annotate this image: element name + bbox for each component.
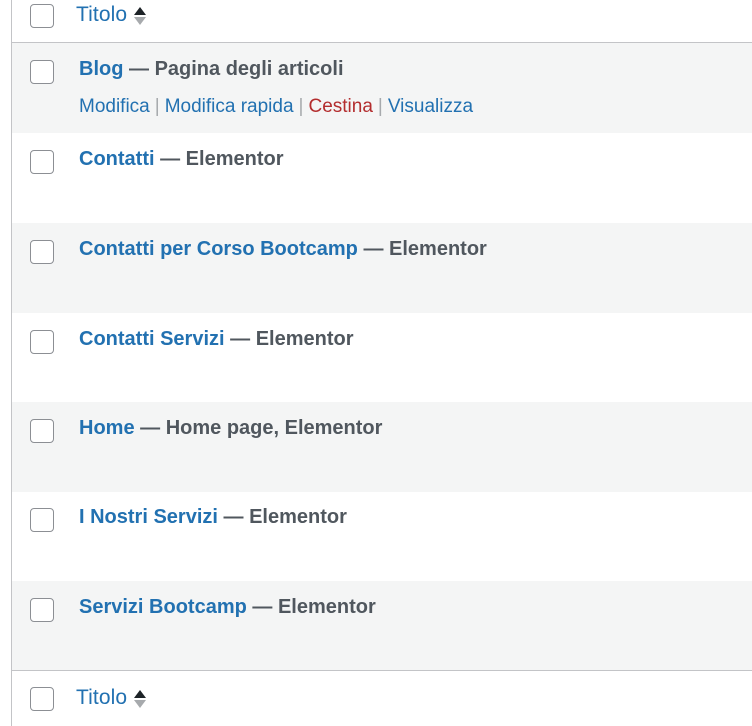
post-state: Elementor <box>249 506 347 528</box>
post-state-separator: — <box>140 417 166 439</box>
table-row: Contatti — Elementor <box>12 133 752 223</box>
table-row: Home — Home page, Elementor <box>12 402 752 492</box>
table-footer: Titolo <box>12 670 752 726</box>
post-state: Elementor <box>389 238 487 260</box>
select-all-checkbox-bottom[interactable] <box>30 687 54 711</box>
row-title: I Nostri Servizi — Elementor <box>79 506 347 529</box>
table-row: Contatti Servizi — Elementor <box>12 313 752 403</box>
row-title: Contatti — Elementor <box>79 148 283 171</box>
row-checkbox[interactable] <box>30 508 54 532</box>
row-checkbox[interactable] <box>30 330 54 354</box>
page-title-link[interactable]: Contatti per Corso Bootcamp <box>79 238 358 260</box>
page-title-link[interactable]: Blog <box>79 58 123 80</box>
row-checkbox[interactable] <box>30 60 54 84</box>
page-title-link[interactable]: I Nostri Servizi <box>79 506 218 528</box>
row-title: Blog — Pagina degli articoli <box>79 58 344 81</box>
post-state-separator: — <box>363 238 390 260</box>
edit-link[interactable]: Modifica <box>79 96 150 117</box>
row-actions: Modifica | Modifica rapida | Cestina | Visuali… <box>79 96 473 118</box>
title-column-sort[interactable]: Titolo <box>76 3 147 27</box>
page-title-link[interactable]: Servizi Bootcamp <box>79 596 247 618</box>
select-all-checkbox-top[interactable] <box>30 4 54 28</box>
post-state-separator: — <box>252 596 278 618</box>
action-divider: | <box>298 96 304 117</box>
action-divider: | <box>154 96 160 117</box>
row-checkbox[interactable] <box>30 150 54 174</box>
table-header: Titolo <box>12 0 752 43</box>
post-state-separator: — <box>230 328 256 350</box>
post-state-separator: — <box>160 148 186 170</box>
table-row: I Nostri Servizi — Elementor <box>12 491 752 581</box>
row-checkbox[interactable] <box>30 240 54 264</box>
page-title-link[interactable]: Contatti Servizi <box>79 328 225 350</box>
sort-icon[interactable] <box>134 689 147 708</box>
post-state: Elementor <box>277 596 376 618</box>
title-column-label[interactable]: Titolo <box>76 3 127 27</box>
post-state-separator: — <box>129 58 155 80</box>
row-title: Home — Home page, Elementor <box>79 417 382 440</box>
post-state: Elementor <box>185 148 284 170</box>
post-state-separator: — <box>223 506 250 528</box>
pages-list-table: Titolo Blog — Pagina degli articoli Modi… <box>0 0 752 726</box>
table-row: Blog — Pagina degli articoli Modifica | Mo… <box>12 43 752 133</box>
trash-link[interactable]: Cestina <box>308 96 372 117</box>
row-checkbox[interactable] <box>30 598 54 622</box>
post-state: Pagina degli articoli <box>154 58 344 80</box>
row-title: Contatti per Corso Bootcamp — Elementor <box>79 238 487 261</box>
post-state: Elementor <box>255 328 354 350</box>
table-row: Servizi Bootcamp — Elementor <box>12 581 752 671</box>
table-row: Contatti per Corso Bootcamp — Elementor <box>12 223 752 313</box>
post-state: Home page, Elementor <box>165 417 383 439</box>
row-title: Servizi Bootcamp — Elementor <box>79 596 376 619</box>
title-column-label[interactable]: Titolo <box>76 686 127 710</box>
page-title-link[interactable]: Contatti <box>79 148 155 170</box>
action-divider: | <box>377 96 383 117</box>
sort-icon[interactable] <box>134 6 147 25</box>
quick-edit-link[interactable]: Modifica rapida <box>165 96 294 117</box>
row-title: Contatti Servizi — Elementor <box>79 328 354 351</box>
title-column-sort[interactable]: Titolo <box>76 686 147 710</box>
row-checkbox[interactable] <box>30 419 54 443</box>
view-link[interactable]: Visualizza <box>388 96 473 117</box>
page-title-link[interactable]: Home <box>79 417 135 439</box>
